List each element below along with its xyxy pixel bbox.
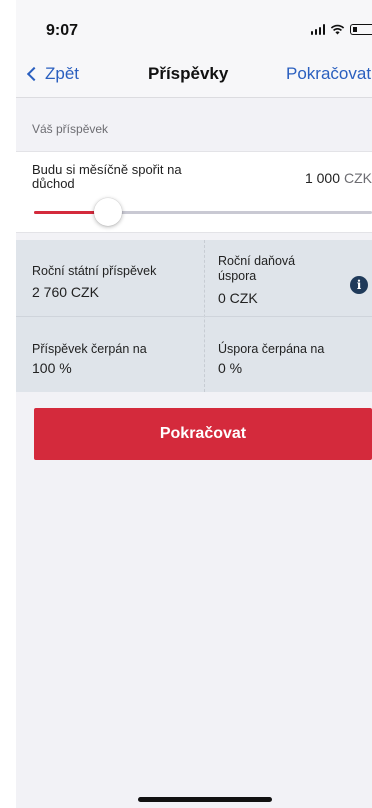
navigation-bar: Zpět Příspěvky Pokračovat xyxy=(16,62,372,98)
contribution-used-label: Příspěvek čerpán na xyxy=(32,342,147,356)
summary-horizontal-divider xyxy=(16,316,372,317)
home-indicator xyxy=(138,797,272,802)
continue-button[interactable]: Pokračovat xyxy=(34,408,372,460)
state-contribution-label: Roční státní příspěvek xyxy=(32,264,157,278)
saving-used-label: Úspora čerpána na xyxy=(218,342,325,356)
slider-thumb[interactable] xyxy=(94,198,123,226)
tax-saving-value: 0 CZK xyxy=(218,290,258,306)
monthly-saving-amount: 1 000 xyxy=(304,170,340,186)
cellular-signal-icon xyxy=(310,24,325,35)
info-icon[interactable]: i xyxy=(350,276,368,294)
monthly-saving-card: Budu si měsíčně spořit na důchod 1 000 CZ… xyxy=(16,151,372,233)
chevron-left-icon xyxy=(26,66,42,82)
contribution-used-value: 100 % xyxy=(32,360,72,376)
monthly-saving-value[interactable]: 1 000 CZK xyxy=(305,170,372,186)
tax-saving-label: Roční daňová úspora xyxy=(218,254,296,283)
currency-label: CZK xyxy=(344,170,372,186)
battery-icon xyxy=(350,24,372,35)
status-bar: 9:07 xyxy=(16,0,372,62)
summary-panel: Roční státní příspěvek 2 760 CZK Roční d… xyxy=(16,240,372,392)
status-icons xyxy=(310,24,372,35)
back-button[interactable]: Zpět xyxy=(26,64,79,84)
state-contribution-value: 2 760 CZK xyxy=(32,284,99,300)
phone-screen: 9:07 Zpět Příspěvky Pokračovat Váš přísp… xyxy=(16,0,372,808)
continue-nav-button[interactable]: Pokračovat xyxy=(286,64,371,84)
monthly-saving-label: Budu si měsíčně spořit na důchod xyxy=(32,162,182,191)
wifi-icon xyxy=(330,24,345,35)
saving-used-value: 0 % xyxy=(218,360,243,376)
back-button-label: Zpět xyxy=(45,64,80,83)
status-time: 9:07 xyxy=(46,22,79,39)
page-title: Příspěvky xyxy=(148,64,229,83)
section-label: Váš příspěvek xyxy=(32,122,109,136)
